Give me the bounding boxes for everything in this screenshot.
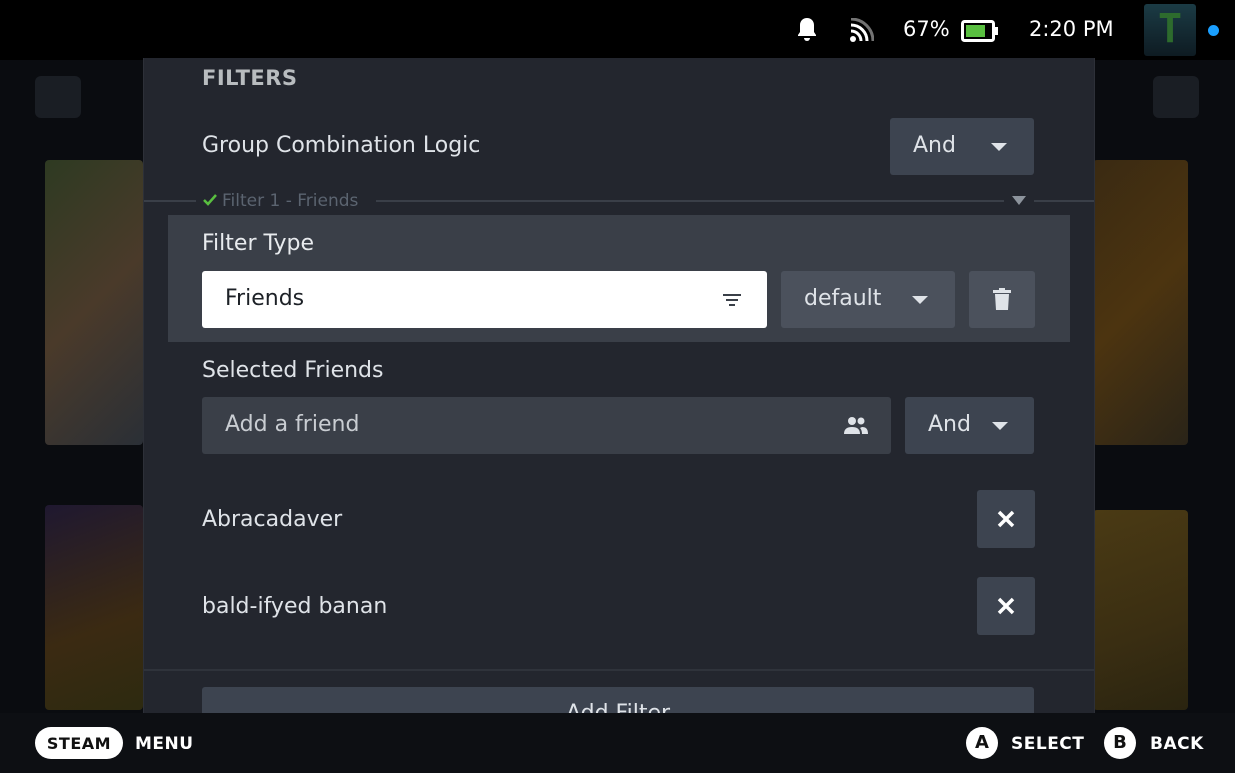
back-label: BACK — [1150, 734, 1204, 754]
bell-icon[interactable] — [795, 16, 819, 44]
filter-type-label: Filter Type — [202, 231, 315, 256]
filter-type-row: Filter Type Friends default — [168, 215, 1070, 342]
wifi-icon — [850, 18, 874, 42]
chevron-down-icon — [991, 143, 1007, 151]
divider — [144, 669, 1094, 671]
filter-type-value: Friends — [225, 286, 305, 311]
avatar[interactable]: T — [1144, 4, 1196, 56]
group-logic-value: And — [913, 133, 956, 158]
filter-type-select[interactable]: Friends — [202, 271, 767, 328]
status-bar: 67% 2:20 PM T — [0, 0, 1235, 60]
trash-icon — [993, 288, 1011, 310]
filters-title: FILTERS — [202, 66, 298, 90]
bg-game-tile — [45, 160, 143, 445]
bg-nav-button-left — [35, 76, 81, 118]
close-icon — [997, 597, 1015, 615]
close-icon — [997, 510, 1015, 528]
steam-button[interactable]: STEAM — [35, 727, 123, 759]
selected-friends-label: Selected Friends — [202, 358, 384, 383]
notification-dot — [1208, 25, 1219, 36]
b-button-icon[interactable]: B — [1104, 727, 1136, 759]
delete-filter-button[interactable] — [969, 271, 1035, 328]
add-friend-input[interactable]: Add a friend — [202, 397, 891, 454]
remove-friend-button[interactable] — [977, 490, 1035, 548]
bg-game-tile — [1093, 510, 1188, 710]
filters-panel: FILTERS Group Combination Logic And Filt… — [143, 58, 1095, 713]
bg-game-tile — [45, 505, 143, 710]
friends-logic-value: And — [928, 412, 971, 437]
bg-game-tile — [1093, 160, 1188, 445]
people-icon — [844, 417, 868, 434]
bg-nav-button-right — [1153, 76, 1199, 118]
add-filter-label: Add Filter — [202, 701, 1034, 713]
menu-label: MENU — [135, 734, 194, 754]
friend-name: bald-ifyed banan — [202, 594, 388, 619]
clock: 2:20 PM — [1029, 17, 1114, 41]
friends-logic-dropdown[interactable]: And — [905, 397, 1034, 454]
filter-mode-value: default — [804, 286, 882, 311]
friend-name: Abracadaver — [202, 507, 343, 532]
battery-percent: 67% — [903, 17, 950, 41]
collapse-caret-icon[interactable] — [1012, 196, 1026, 205]
chevron-down-icon — [912, 296, 928, 304]
filter-mode-dropdown[interactable]: default — [781, 271, 955, 328]
footer-bar: STEAM MENU A SELECT B BACK — [0, 713, 1235, 773]
chevron-down-icon — [992, 422, 1008, 430]
add-friend-placeholder: Add a friend — [225, 412, 360, 437]
a-button-icon[interactable]: A — [966, 727, 998, 759]
group-logic-dropdown[interactable]: And — [890, 118, 1034, 175]
filter-icon — [723, 294, 741, 306]
remove-friend-button[interactable] — [977, 577, 1035, 635]
group-logic-label: Group Combination Logic — [202, 133, 481, 158]
select-label: SELECT — [1011, 734, 1085, 754]
add-filter-button[interactable]: Add Filter — [202, 687, 1034, 713]
battery-icon — [961, 20, 998, 42]
check-icon — [203, 194, 217, 206]
filter-1-header[interactable]: Filter 1 - Friends — [222, 191, 358, 211]
